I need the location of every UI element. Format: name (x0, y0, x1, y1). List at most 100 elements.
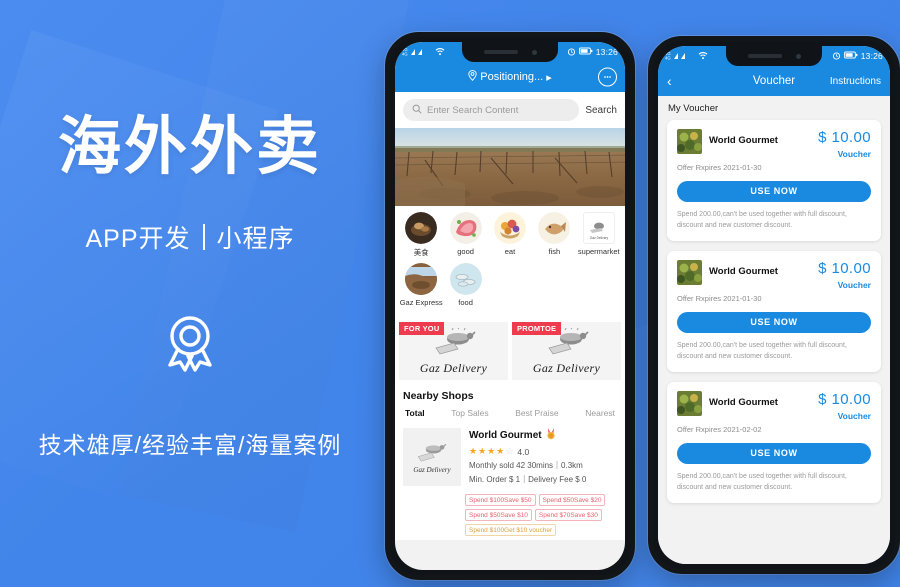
chevron-left-icon[interactable]: ‹ (667, 74, 672, 88)
promo-card-promote[interactable]: PROMTOE Gaz Delivery (512, 322, 621, 380)
earpiece-speaker-icon (747, 54, 782, 58)
category-item-2[interactable]: eat (488, 212, 532, 258)
promo-brand: Gaz Delivery (419, 361, 488, 375)
voucher-amount-block: $ 10.00 Voucher (818, 260, 871, 290)
star-icon: ★ (469, 446, 478, 456)
shop-name: World Gourmet (469, 430, 542, 441)
promo-chip-voucher[interactable]: Spend $100Get $10 voucher (465, 524, 557, 536)
location-text: Positioning... (480, 71, 544, 83)
earpiece-speaker-icon (483, 50, 518, 54)
category-label: fish (548, 247, 561, 256)
voucher-price: $ 10.00 (818, 260, 871, 277)
tab-total[interactable]: Total (405, 408, 425, 418)
fruit-basket-icon (493, 212, 526, 244)
search-input[interactable]: Enter Search Content (403, 99, 580, 121)
voucher-shop-name: World Gourmet (709, 135, 778, 146)
category-label: 美食 (413, 248, 429, 257)
wifi-icon (435, 47, 445, 58)
star-icon-empty: ☆ (505, 446, 514, 456)
promo-footer-text: 技术雄厚/经验丰富/海量案例 (38, 431, 342, 458)
category-item-5[interactable]: Gaz Express (399, 263, 443, 307)
promo-chip[interactable]: Spend $70Save $30 (534, 509, 602, 521)
star-icon: ★ (496, 446, 505, 456)
location-pin-icon (468, 70, 477, 84)
chat-bubble-icon[interactable] (598, 67, 617, 87)
front-camera-icon (795, 53, 801, 59)
nearby-shops-section: Nearby Shops Total Top Sales Best Praise… (395, 384, 625, 424)
promotion-chip-list: Spend $100Save $50 Spend $50Save $20 Spe… (395, 492, 625, 540)
shop-meta-sales: Monthly sold 42 30mins｜0.3km (469, 461, 583, 470)
tab-top-sales[interactable]: Top Sales (451, 408, 488, 418)
voucher-card[interactable]: World Gourmet $ 10.00 Voucher Offer Rxpi… (667, 382, 881, 503)
svg-text:Gaz Delivery: Gaz Delivery (590, 236, 609, 240)
category-item-0[interactable]: 美食 (399, 212, 443, 258)
alarm-icon (832, 51, 841, 62)
phone2-screen: 4G 4G 13:26 ‹ Voucher Instructions My Vo… (658, 46, 890, 564)
shop-list-item[interactable]: Gaz Delivery World Gourmet ★ ★ ★ ★ ☆ 4.0… (395, 424, 625, 492)
phone2-header: ‹ Voucher Instructions (658, 66, 890, 96)
voucher-type-label: Voucher (837, 411, 871, 421)
voucher-card[interactable]: World Gourmet $ 10.00 Voucher Offer Rxpi… (667, 120, 881, 241)
section-title: Nearby Shops (403, 390, 474, 402)
status-clock: 13:26 (595, 47, 618, 57)
page-title: Voucher (752, 75, 796, 87)
rating-stars: ★ ★ ★ ★ ☆ 4.0 (469, 446, 617, 457)
voucher-card-top: World Gourmet $ 10.00 Voucher (677, 260, 871, 290)
shop-info: World Gourmet ★ ★ ★ ★ ☆ 4.0 Monthly sold… (469, 428, 617, 486)
search-icon (412, 104, 422, 117)
svg-text:4G: 4G (665, 56, 671, 60)
use-now-button[interactable]: USE NOW (677, 181, 871, 202)
voucher-description: Spend 200.00,can't be used together with… (677, 342, 847, 360)
promo-card-row: FOR YOU Gaz Delivery PROMTOE Gaz Deliver… (395, 320, 625, 384)
promo-chip[interactable]: Spend $50Save $10 (465, 509, 532, 521)
category-grid: 美食 good eat fish Gaz Delivery supermarke… (395, 206, 625, 320)
search-button[interactable]: Search (585, 105, 617, 116)
wifi-icon (698, 51, 708, 62)
voucher-price: $ 10.00 (818, 391, 871, 408)
category-item-6[interactable]: food (443, 263, 487, 307)
hero-banner-image[interactable] (395, 128, 625, 206)
express-icon (405, 263, 438, 295)
food-bowl-icon (405, 212, 438, 244)
alarm-icon (567, 47, 576, 58)
instructions-button[interactable]: Instructions (830, 76, 881, 87)
meat-icon (449, 212, 482, 244)
category-label: eat (504, 247, 516, 256)
voucher-expiry: Offer Rxpires 2021-01-30 (677, 163, 762, 172)
phone-mockup-home: 4G 4G 13:26 Positioning... ▸ Enter Searc… (385, 32, 635, 580)
medal-icon (546, 428, 556, 443)
rating-value: 4.0 (517, 446, 530, 457)
category-item-4[interactable]: Gaz Delivery supermarket (577, 212, 621, 258)
section-title: My Voucher (668, 103, 719, 114)
voucher-card-top: World Gourmet $ 10.00 Voucher (677, 129, 871, 159)
use-now-button[interactable]: USE NOW (677, 443, 871, 464)
promo-chip[interactable]: Spend $100Save $50 (465, 494, 536, 506)
category-label: food (458, 298, 473, 307)
tab-best-praise[interactable]: Best Praise (515, 408, 558, 418)
signal-bars-icon: 4G 4G (402, 46, 432, 58)
shop-thumb-icon (677, 260, 702, 285)
battery-icon (578, 47, 593, 57)
status-clock: 13:26 (860, 51, 883, 61)
location-selector[interactable]: Positioning... ▸ (468, 70, 552, 84)
subtitle-divider (202, 223, 205, 250)
promo-chip[interactable]: Spend $50Save $20 (538, 494, 606, 506)
voucher-list-body: My Voucher World Gourmet $ 10.00 Voucher… (658, 96, 890, 564)
tab-nearest[interactable]: Nearest (585, 408, 615, 418)
sort-tabs: Total Top Sales Best Praise Nearest (403, 402, 617, 424)
use-now-button[interactable]: USE NOW (677, 312, 871, 333)
fish-plate-icon (449, 263, 482, 295)
phone2-notch (726, 46, 822, 66)
voucher-shop-name: World Gourmet (709, 397, 778, 408)
promo-subtitle-left: APP开发 (85, 224, 191, 253)
promo-panel: 海外外卖 APP开发 小程序 技术雄厚/经验丰富/海量案例 (0, 0, 380, 587)
voucher-description: Spend 200.00,can't be used together with… (677, 473, 847, 491)
voucher-amount-block: $ 10.00 Voucher (818, 129, 871, 159)
category-item-1[interactable]: good (443, 212, 487, 258)
shop-thumb-icon (677, 391, 702, 416)
voucher-card[interactable]: World Gourmet $ 10.00 Voucher Offer Rxpi… (667, 251, 881, 372)
category-item-3[interactable]: fish (532, 212, 576, 258)
battery-icon (843, 51, 858, 61)
star-icon: ★ (478, 446, 487, 456)
promo-card-for-you[interactable]: FOR YOU Gaz Delivery (399, 322, 508, 380)
